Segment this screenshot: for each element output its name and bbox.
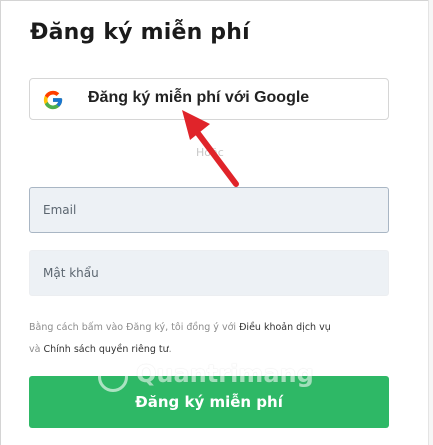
scrollbar-edge xyxy=(428,0,433,445)
email-field[interactable] xyxy=(29,187,389,233)
email-input[interactable] xyxy=(30,188,388,232)
red-arrow-annotation-icon xyxy=(182,110,239,187)
google-logo-icon xyxy=(43,90,63,110)
signup-submit-label: Đăng ký miễn phí xyxy=(135,393,283,411)
page-title: Đăng ký miễn phí xyxy=(30,20,250,45)
terms-suffix: . xyxy=(168,344,172,355)
terms-text: Bằng cách bấm vào Đăng ký, tôi đồng ý vớ… xyxy=(29,317,393,361)
password-input[interactable] xyxy=(30,251,388,295)
terms-and: và xyxy=(29,344,41,355)
privacy-policy-link[interactable]: Chính sách quyền riêng tư xyxy=(43,344,168,355)
terms-prefix: Bằng cách bấm vào Đăng ký, tôi đồng ý vớ… xyxy=(29,322,237,333)
password-field[interactable] xyxy=(29,250,389,296)
signup-submit-button[interactable]: Đăng ký miễn phí xyxy=(29,376,389,428)
terms-of-service-link[interactable]: Điều khoản dịch vụ xyxy=(239,322,331,333)
